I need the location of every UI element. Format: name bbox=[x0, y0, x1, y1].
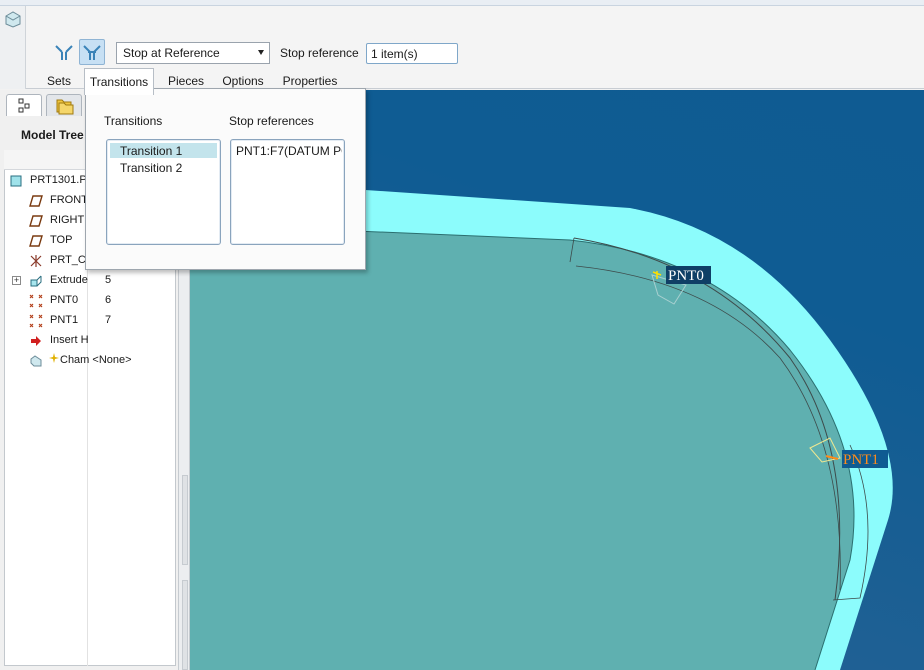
tree-item-pnt0[interactable]: PNT0 6 bbox=[4, 291, 176, 311]
chamfer-icon bbox=[30, 355, 42, 367]
feature-dashboard: Stop at Reference Stop reference 1 item(… bbox=[0, 6, 924, 95]
model-tree-tab[interactable] bbox=[6, 94, 42, 116]
part-icon bbox=[10, 175, 22, 187]
chevron-down-icon bbox=[258, 50, 264, 55]
pnt0-label: PNT0 bbox=[668, 268, 704, 284]
csys-icon bbox=[30, 255, 42, 267]
list-item-transition-1[interactable]: Transition 1 bbox=[110, 143, 217, 158]
extrude-icon bbox=[30, 275, 42, 287]
model-tree-heading: Model Tree bbox=[21, 128, 84, 142]
tree-item-pnt1[interactable]: PNT1 7 bbox=[4, 311, 176, 331]
splitter-grip[interactable] bbox=[182, 475, 188, 565]
transition-type-dropdown[interactable]: Stop at Reference bbox=[116, 42, 270, 64]
datum-point-icon bbox=[29, 314, 43, 328]
transitions-heading: Transitions bbox=[104, 114, 163, 128]
transitions-flyout: Transitions Stop references Transition 1… bbox=[85, 88, 366, 270]
folder-browser-tab[interactable] bbox=[46, 94, 82, 116]
stop-reference-label: Stop reference bbox=[280, 46, 359, 60]
folder-icon bbox=[56, 99, 74, 115]
stop-reference-collector[interactable]: 1 item(s) bbox=[366, 43, 458, 64]
datum-point-icon bbox=[29, 294, 43, 308]
pnt1-label: PNT1 bbox=[843, 452, 879, 468]
tree-item-extrude[interactable]: + Extrude 5 bbox=[4, 271, 176, 291]
transitions-list[interactable]: Transition 1 Transition 2 bbox=[106, 139, 221, 245]
set-mode-icon[interactable] bbox=[51, 39, 77, 65]
expand-icon[interactable]: + bbox=[12, 276, 21, 285]
tree-item-chamfer[interactable]: Cham <None> bbox=[4, 351, 176, 371]
datum-plane-icon bbox=[29, 215, 43, 227]
panel-splitter[interactable] bbox=[178, 250, 190, 670]
transition-mode-icon[interactable] bbox=[79, 39, 105, 65]
datum-plane-icon bbox=[29, 235, 43, 247]
transition-type-value: Stop at Reference bbox=[123, 46, 220, 60]
list-item-transition-2[interactable]: Transition 2 bbox=[110, 160, 217, 175]
chamfer-feature-icon bbox=[5, 11, 21, 28]
datum-plane-icon bbox=[29, 195, 43, 207]
tab-transitions[interactable]: Transitions bbox=[84, 68, 154, 95]
feature-type-icon bbox=[0, 6, 26, 89]
stop-references-heading: Stop references bbox=[229, 114, 314, 128]
model-tree-icon bbox=[18, 98, 30, 113]
tree-item-insert-here[interactable]: Insert H bbox=[4, 331, 176, 351]
insert-here-arrow-icon bbox=[31, 336, 41, 346]
list-item-stop-reference[interactable]: PNT1:F7(DATUM POINT) bbox=[234, 143, 342, 158]
new-feature-star-icon bbox=[49, 353, 59, 363]
splitter-grip[interactable] bbox=[182, 580, 188, 670]
stop-references-list[interactable]: PNT1:F7(DATUM POINT) bbox=[230, 139, 345, 245]
